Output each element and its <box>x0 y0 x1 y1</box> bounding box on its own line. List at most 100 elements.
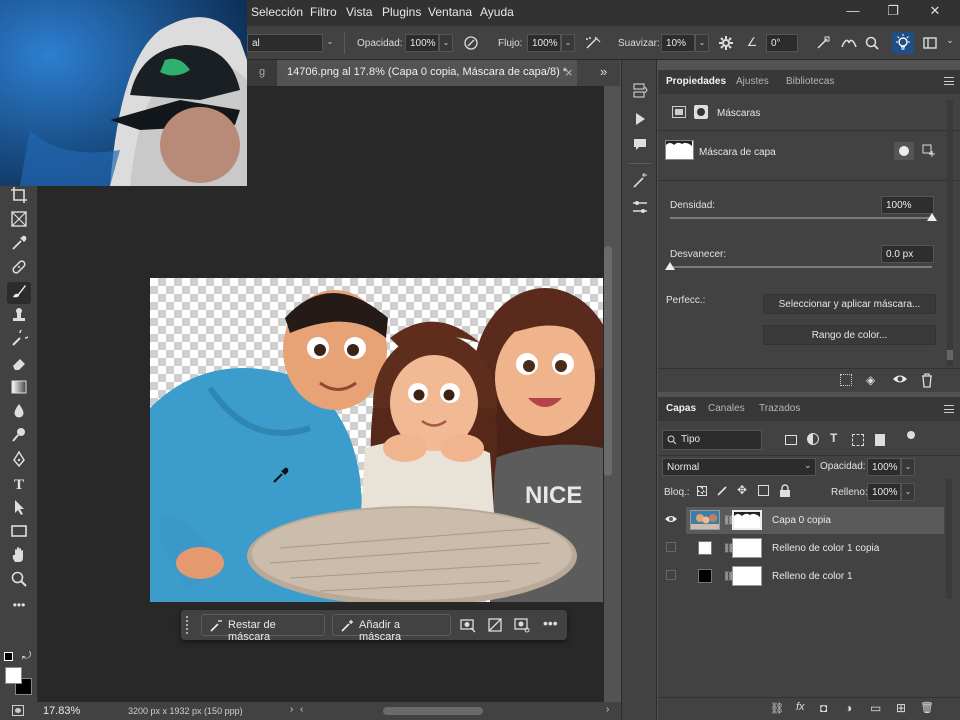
smooth-input[interactable]: 10% <box>661 34 695 52</box>
mask-thumbnail[interactable] <box>665 140 694 160</box>
mask-thumbnail[interactable] <box>732 510 762 530</box>
brush-tool-icon[interactable] <box>7 282 31 304</box>
tab-active-document[interactable]: 14706.png al 17.8% (Capa 0 copia, Máscar… <box>277 60 577 86</box>
panel-menu-icon[interactable] <box>944 77 954 85</box>
lock-artboard-icon[interactable] <box>758 485 769 496</box>
visibility-toggle[interactable] <box>666 542 676 552</box>
crop-tool-icon[interactable] <box>7 186 31 208</box>
filter-type-icon[interactable]: T <box>830 431 837 445</box>
drag-handle[interactable] <box>186 616 189 634</box>
tab-channels[interactable]: Canales <box>708 403 745 414</box>
quick-mask-icon[interactable] <box>12 705 24 716</box>
fill-color-swatch[interactable] <box>698 569 712 583</box>
layer-row-relleno-color-1-copia[interactable]: ⛓ Relleno de color 1 copia <box>666 535 944 562</box>
fill-chevron-icon[interactable]: ⌄ <box>901 483 915 501</box>
panel-menu-icon[interactable] <box>944 405 954 413</box>
minimize-button[interactable]: — <box>838 3 868 21</box>
maximize-button[interactable]: ❐ <box>878 3 908 21</box>
mask-settings-icon[interactable] <box>514 617 530 636</box>
airbrush-icon[interactable] <box>584 35 601 51</box>
scroll-right-icon[interactable]: › <box>606 704 609 715</box>
path-selection-icon[interactable] <box>7 498 31 520</box>
eyedropper-tool-icon[interactable] <box>7 234 31 256</box>
close-window-button[interactable]: ✕ <box>920 3 950 21</box>
more-tools-icon[interactable]: ••• <box>7 594 31 616</box>
blur-tool-icon[interactable] <box>7 402 31 424</box>
feather-slider[interactable] <box>670 266 932 268</box>
fx-icon[interactable]: fx <box>796 701 805 713</box>
more-options-icon[interactable]: ••• <box>543 615 558 631</box>
load-selection-icon[interactable] <box>840 374 852 386</box>
density-slider[interactable] <box>670 217 932 219</box>
mask-invert-icon[interactable] <box>460 617 476 636</box>
filter-shape-icon[interactable] <box>852 434 864 446</box>
color-range-button[interactable]: Rango de color... <box>763 325 936 345</box>
chevron-right-icon[interactable]: › <box>290 704 293 715</box>
scroll-left-icon[interactable]: ‹ <box>300 704 303 715</box>
adjustment-layer-icon[interactable]: ◑ <box>845 701 852 715</box>
menu-plugins[interactable]: Plugins <box>382 5 421 19</box>
healing-brush-icon[interactable] <box>7 258 31 280</box>
adjustments-sliders-icon[interactable] <box>630 198 650 218</box>
menu-seleccion[interactable]: Selección <box>251 5 303 19</box>
feather-input[interactable]: 0.0 px <box>881 245 934 263</box>
filter-toggle-icon[interactable] <box>907 431 915 439</box>
blend-mode-select[interactable]: Normal <box>662 458 816 476</box>
workspace-icon[interactable] <box>922 35 938 51</box>
tab-layers[interactable]: Capas <box>666 403 696 414</box>
opacity-chevron-icon[interactable]: ⌄ <box>439 34 453 52</box>
document-info[interactable]: 3200 px x 1932 px (150 ppp) <box>128 706 243 716</box>
eye-icon[interactable] <box>892 372 908 389</box>
layer-filter-select[interactable]: Tipo <box>662 430 762 450</box>
lock-transparency-icon[interactable] <box>697 486 707 496</box>
symmetry-icon[interactable] <box>840 35 857 51</box>
filter-adjustment-icon[interactable] <box>807 433 819 445</box>
comments-icon[interactable] <box>630 136 650 156</box>
new-layer-icon[interactable]: ⊞ <box>896 701 906 715</box>
pixel-mask-icon[interactable] <box>672 106 686 118</box>
mask-thumbnail[interactable] <box>732 566 762 586</box>
history-panel-icon[interactable] <box>630 82 650 102</box>
tab-properties[interactable]: Propiedades <box>666 76 726 87</box>
add-to-mask-button[interactable]: Añadir a máscara <box>332 614 451 643</box>
mask-thumbnail[interactable] <box>732 538 762 558</box>
vertical-scrollbar[interactable] <box>604 246 612 476</box>
layer-row-relleno-color-1[interactable]: ⛓ Relleno de color 1 <box>666 563 944 590</box>
rectangle-tool-icon[interactable] <box>7 522 31 544</box>
angle-input[interactable]: 0° <box>766 34 798 52</box>
tab-overflow-icon[interactable]: » <box>600 64 607 79</box>
menu-ventana[interactable]: Ventana <box>428 5 472 19</box>
smooth-chevron-icon[interactable]: ⌄ <box>695 34 709 52</box>
select-and-mask-button[interactable]: Seleccionar y aplicar máscara... <box>763 294 936 314</box>
filter-pixel-icon[interactable] <box>785 435 797 445</box>
eye-icon[interactable] <box>664 513 678 527</box>
fill-color-swatch[interactable] <box>698 541 712 555</box>
stamp-tool-icon[interactable] <box>7 306 31 328</box>
zoom-level[interactable]: 17.83% <box>43 705 80 717</box>
density-input[interactable]: 100% <box>881 196 934 214</box>
hand-tool-icon[interactable] <box>7 546 31 568</box>
foreground-color-swatch[interactable] <box>5 667 22 684</box>
filter-smart-object-icon[interactable] <box>875 434 885 446</box>
swap-colors-icon[interactable]: ⤾ <box>22 650 31 663</box>
lock-all-icon[interactable] <box>779 484 791 500</box>
layers-scrollbar[interactable] <box>946 479 952 599</box>
layer-opacity-input[interactable]: 100% <box>867 458 901 476</box>
tab-libraries[interactable]: Bibliotecas <box>786 76 834 87</box>
flow-input[interactable]: 100% <box>527 34 561 52</box>
zoom-tool-icon[interactable] <box>7 570 31 592</box>
type-tool-icon[interactable]: T <box>7 474 31 496</box>
fill-input[interactable]: 100% <box>867 483 901 501</box>
search-icon[interactable] <box>864 35 880 51</box>
select-pixel-mask-icon[interactable] <box>894 142 914 160</box>
default-colors-icon[interactable] <box>4 652 13 661</box>
lightbulb-icon[interactable] <box>892 32 914 54</box>
add-mask-icon[interactable]: ◘ <box>820 701 827 715</box>
menu-ayuda[interactable]: Ayuda <box>480 5 514 19</box>
layer-row-capa-0-copia[interactable]: ⛓ Capa 0 copia <box>665 507 944 534</box>
chevron-down-icon[interactable]: ⌄ <box>942 35 958 51</box>
pressure-size-icon[interactable] <box>815 35 831 51</box>
density-slider-thumb[interactable] <box>927 213 937 221</box>
feather-slider-thumb[interactable] <box>665 262 675 270</box>
tab-adjustments[interactable]: Ajustes <box>736 76 769 87</box>
